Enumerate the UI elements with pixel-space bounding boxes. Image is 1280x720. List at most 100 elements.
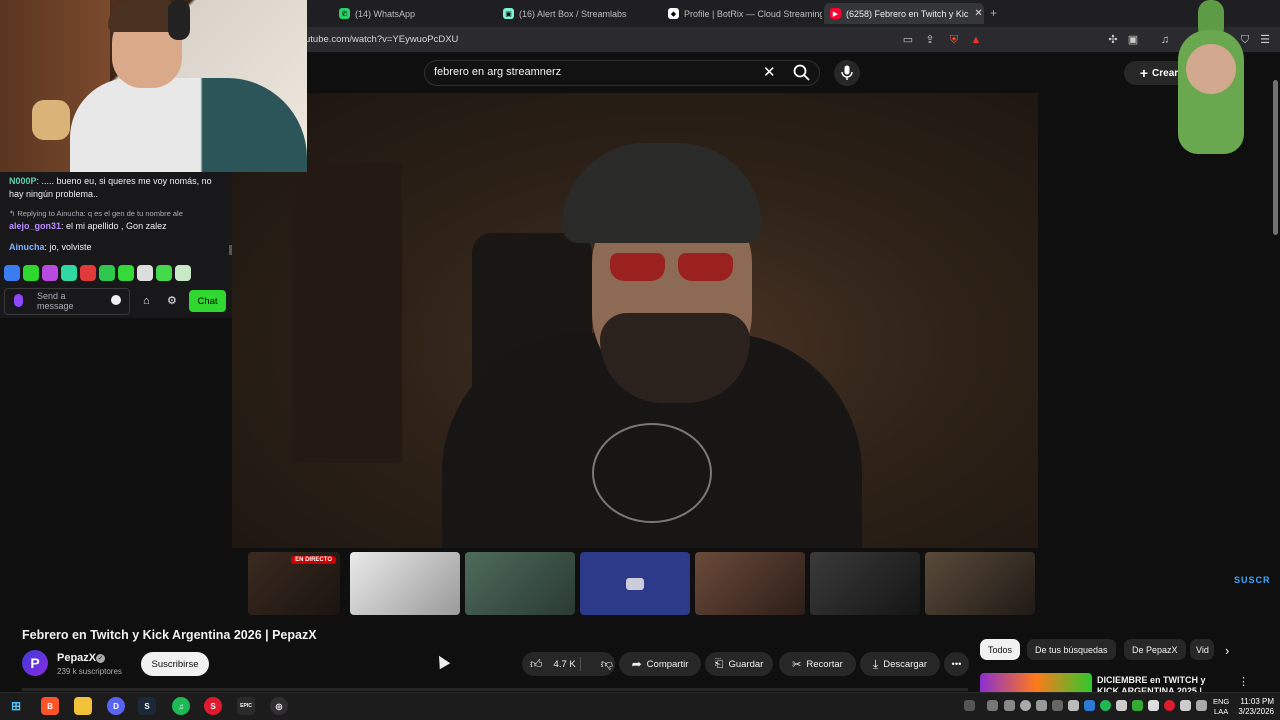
- volume-icon[interactable]: [1148, 700, 1159, 711]
- tray-icon[interactable]: [1180, 700, 1191, 711]
- new-tab-button[interactable]: +: [990, 6, 997, 20]
- red-glasses: [610, 253, 735, 283]
- video-thumbnail[interactable]: [580, 552, 690, 615]
- emote-icon[interactable]: [4, 265, 20, 281]
- save-button[interactable]: ⎗ Guardar: [705, 652, 773, 676]
- clip-button[interactable]: ✂ Recortar: [779, 652, 856, 676]
- url-field[interactable]: utube.com/watch?v=YEywuoPcDXU: [305, 34, 458, 45]
- tab-youtube-active[interactable]: ▶ (6258) Febrero en Twitch y Kic ✕: [824, 3, 984, 24]
- discord-icon[interactable]: D: [107, 697, 125, 715]
- emote-icon[interactable]: [137, 265, 153, 281]
- file-explorer-icon[interactable]: [74, 697, 92, 715]
- chip-from-searches[interactable]: De tus búsquedas: [1027, 639, 1116, 660]
- tab-label: (6258) Febrero en Twitch y Kic: [846, 8, 969, 19]
- brave-rewards-icon[interactable]: ▲: [969, 33, 983, 47]
- scrollbar-thumb[interactable]: [1273, 80, 1278, 235]
- emote-icon[interactable]: [118, 265, 134, 281]
- chat-username[interactable]: N000P: [9, 176, 37, 186]
- emote-icon[interactable]: [42, 265, 58, 281]
- emote-icon[interactable]: [23, 265, 39, 281]
- chat-username[interactable]: Ainucha: [9, 242, 45, 252]
- tray-icon[interactable]: [1004, 700, 1015, 711]
- tray-icon[interactable]: [1052, 700, 1063, 711]
- tray-icon[interactable]: [1036, 700, 1047, 711]
- chevron-right-icon[interactable]: ›: [1225, 643, 1229, 658]
- reply-note: ↰ Replying to Ainucha: q es el gen de tu…: [9, 209, 183, 218]
- like-count[interactable]: 4.7 K: [554, 659, 576, 670]
- video-thumbnail[interactable]: [810, 552, 920, 615]
- cast-icon[interactable]: ▭: [901, 33, 915, 47]
- tray-icon[interactable]: [1020, 700, 1031, 711]
- video-player[interactable]: [232, 93, 1038, 548]
- gear-icon[interactable]: ⚙: [167, 294, 177, 307]
- voice-search-button[interactable]: [834, 60, 860, 86]
- download-button[interactable]: ⤓ Descargar: [860, 652, 940, 676]
- tray-icon[interactable]: [987, 700, 998, 711]
- emote-icon[interactable]: [156, 265, 172, 281]
- chip-from-channel[interactable]: De PepazX: [1124, 639, 1186, 660]
- menu-icon[interactable]: ☰: [1258, 33, 1272, 47]
- tray-icon[interactable]: [1164, 700, 1175, 711]
- steam-icon[interactable]: S: [138, 697, 156, 715]
- search-button[interactable]: [792, 63, 812, 83]
- store-icon[interactable]: ⌂: [143, 295, 150, 307]
- clock[interactable]: 11:03 PM 3/23/2026: [1236, 697, 1274, 717]
- chat-mic-icon[interactable]: [14, 294, 23, 307]
- avatar[interactable]: P: [22, 650, 48, 676]
- tray-icon[interactable]: [964, 700, 975, 711]
- video-thumbnail[interactable]: [465, 552, 575, 615]
- brave-icon[interactable]: B: [41, 697, 59, 715]
- video-thumbnail[interactable]: [695, 552, 805, 615]
- language-indicator[interactable]: ENG LAA: [1213, 697, 1229, 717]
- chip-all[interactable]: Todos: [980, 639, 1021, 660]
- tab-botrix[interactable]: ◆ Profile | BotRix — Cloud Streaming B: [662, 3, 822, 24]
- share-page-icon[interactable]: ⇪: [923, 33, 937, 47]
- tray-icon[interactable]: [1132, 700, 1143, 711]
- extensions-icon[interactable]: ✣: [1106, 33, 1120, 47]
- clip-thumbnails: EN DIRECTO: [232, 548, 1038, 618]
- sidebar-icon[interactable]: ▣: [1126, 33, 1140, 47]
- tray-icon[interactable]: [1084, 700, 1095, 711]
- subscribe-watermark[interactable]: SUSCRIBITE: [1234, 576, 1280, 585]
- kebab-menu-icon[interactable]: ⋮: [1238, 675, 1249, 688]
- live-badge: EN DIRECTO: [291, 556, 336, 564]
- channel-name[interactable]: PepazX: [57, 652, 96, 664]
- epic-games-icon[interactable]: EPIC: [237, 697, 255, 715]
- tab-whatsapp[interactable]: ✆ (14) WhatsApp: [333, 3, 493, 24]
- spotify-icon[interactable]: ♫: [172, 697, 190, 715]
- emote-icon[interactable]: [80, 265, 96, 281]
- share-button[interactable]: ➦ Compartir: [619, 652, 701, 676]
- tray-icon[interactable]: [1196, 700, 1207, 711]
- clear-search-icon[interactable]: ✕: [763, 63, 776, 81]
- tray-icon[interactable]: [1116, 700, 1127, 711]
- like-divider: [580, 657, 581, 671]
- chat-scrollbar[interactable]: [229, 245, 232, 255]
- save-label: Guardar: [728, 658, 764, 670]
- chat-input-placeholder[interactable]: Send a message: [37, 291, 97, 311]
- tray-icon[interactable]: [1068, 700, 1079, 711]
- close-icon[interactable]: ✕: [974, 8, 982, 19]
- tab-streamlabs[interactable]: ▣ (16) Alert Box / Streamlabs: [497, 3, 657, 24]
- windows-start-icon[interactable]: ⊞: [7, 697, 25, 715]
- chat-username[interactable]: alejo_gon31: [9, 221, 61, 231]
- more-actions-button[interactable]: •••: [944, 652, 969, 676]
- emote-icon[interactable]: [175, 265, 191, 281]
- brave-shields-icon[interactable]: ⛨: [947, 33, 961, 47]
- video-thumbnail[interactable]: [925, 552, 1035, 615]
- emoji-icon[interactable]: [111, 295, 121, 305]
- video-thumbnail[interactable]: [350, 552, 460, 615]
- chat-send-button[interactable]: Chat: [189, 290, 226, 312]
- thumbs-down-icon[interactable]: 👎︎: [601, 657, 613, 672]
- video-thumbnail[interactable]: EN DIRECTO: [248, 552, 340, 615]
- obs-icon[interactable]: ◎: [270, 697, 288, 715]
- recommended-thumbnail[interactable]: [980, 673, 1092, 693]
- search-input[interactable]: febrero en arg streamnerz: [434, 66, 561, 78]
- emote-icon[interactable]: [99, 265, 115, 281]
- emote-icon[interactable]: [61, 265, 77, 281]
- subscribe-button[interactable]: Suscribirse: [141, 652, 209, 676]
- streamlabs-app-icon[interactable]: S: [204, 697, 222, 715]
- mouse-cursor: [433, 652, 451, 670]
- chip-videos[interactable]: Vid: [1190, 639, 1214, 660]
- thumbs-up-icon[interactable]: 👍︎: [530, 657, 543, 672]
- tray-icon[interactable]: [1100, 700, 1111, 711]
